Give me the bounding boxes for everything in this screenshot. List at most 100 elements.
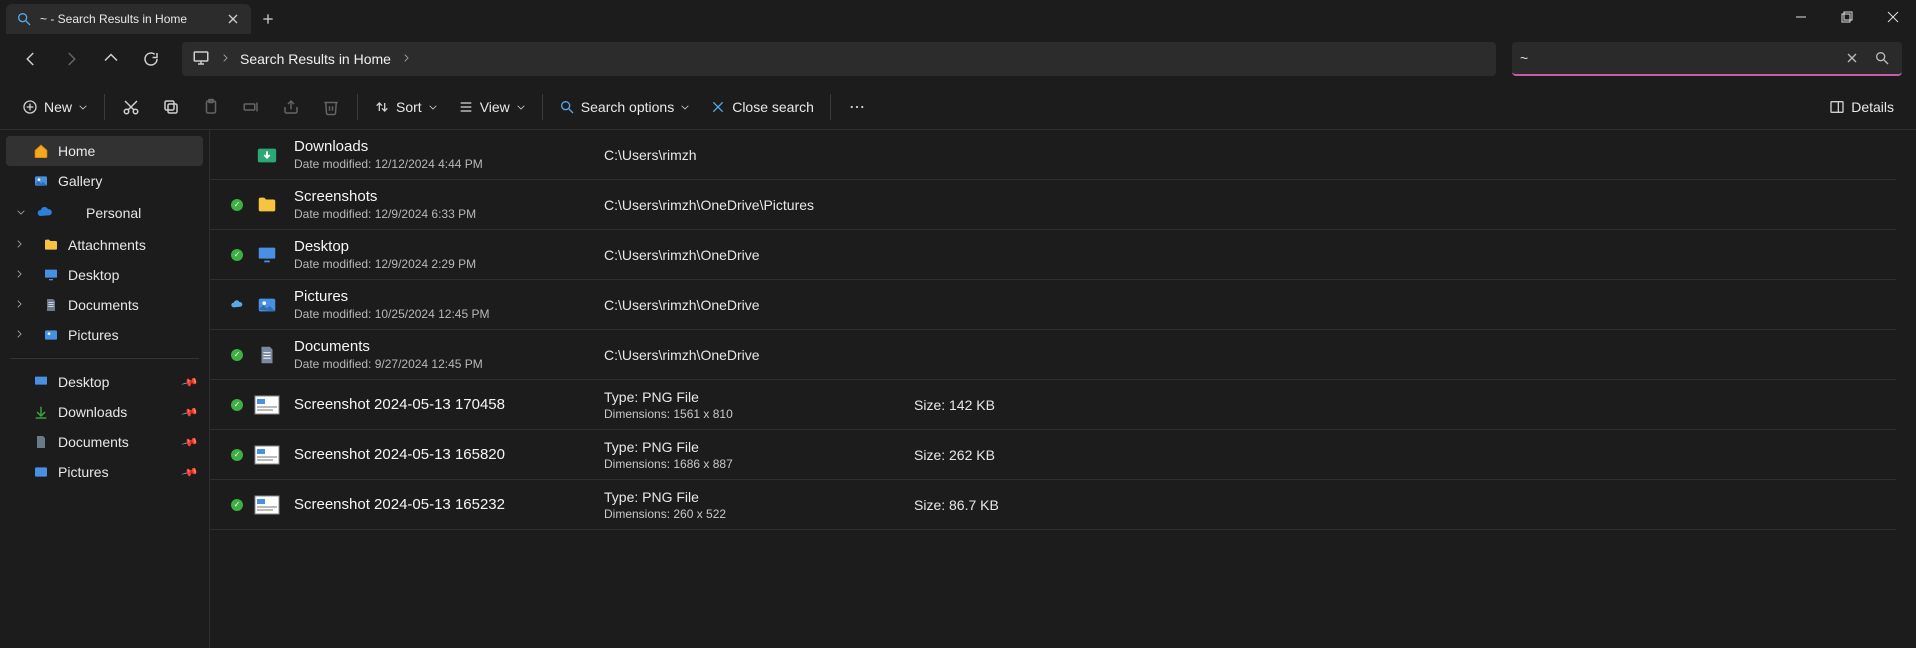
result-date-modified: Date modified: 12/9/2024 2:29 PM xyxy=(294,257,604,271)
maximize-button[interactable] xyxy=(1824,0,1870,34)
chevron-right-icon[interactable] xyxy=(220,51,230,68)
paste-button[interactable] xyxy=(191,90,231,124)
chevron-down-icon xyxy=(516,102,526,112)
titlebar-drag[interactable] xyxy=(285,0,1778,34)
chevron-right-icon[interactable] xyxy=(12,269,26,282)
result-row[interactable]: Pictures Date modified: 10/25/2024 12:45… xyxy=(210,280,1896,330)
tab-active[interactable]: ~ - Search Results in Home xyxy=(6,4,251,34)
result-name: Screenshot 2024-05-13 170458 xyxy=(294,396,604,413)
tab-title: ~ - Search Results in Home xyxy=(40,12,217,26)
search-options-button[interactable]: Search options xyxy=(549,90,700,124)
new-button[interactable]: New xyxy=(12,90,98,124)
item-type-icon xyxy=(250,188,284,222)
chevron-down-icon xyxy=(680,102,690,112)
result-row[interactable]: ✓ Screenshot 2024-05-13 165232 Type: PNG… xyxy=(210,480,1896,530)
result-date-modified: Date modified: 10/25/2024 12:45 PM xyxy=(294,307,604,321)
view-button[interactable]: View xyxy=(448,90,536,124)
search-icon xyxy=(16,11,32,27)
cut-button[interactable] xyxy=(111,90,151,124)
item-type-icon xyxy=(250,238,284,272)
chevron-right-icon[interactable] xyxy=(12,239,26,252)
address-bar[interactable]: Search Results in Home xyxy=(182,42,1496,76)
sidebar-item-home[interactable]: Home xyxy=(6,136,203,166)
result-path-or-type: Type: PNG File xyxy=(604,439,914,455)
sidebar-label: Attachments xyxy=(68,237,146,253)
chevron-right-icon[interactable] xyxy=(401,51,411,68)
sidebar-label: Documents xyxy=(58,434,129,450)
sidebar-item-pictures[interactable]: Pictures xyxy=(6,320,203,350)
separator xyxy=(10,358,199,359)
rename-button[interactable] xyxy=(231,90,271,124)
sidebar-item-attachments[interactable]: Attachments xyxy=(6,230,203,260)
share-button[interactable] xyxy=(271,90,311,124)
sort-label: Sort xyxy=(396,99,422,115)
chevron-right-icon[interactable] xyxy=(12,329,26,342)
folder-icon xyxy=(42,236,60,254)
close-window-button[interactable] xyxy=(1870,0,1916,34)
search-input[interactable] xyxy=(1520,50,1834,66)
result-dimensions: Dimensions: 260 x 522 xyxy=(604,507,914,521)
sidebar-item-personal[interactable]: Personal xyxy=(6,196,203,230)
search-box[interactable] xyxy=(1512,42,1902,76)
result-name: Screenshots xyxy=(294,188,604,205)
result-size: Size: 262 KB xyxy=(914,447,1174,463)
up-button[interactable] xyxy=(94,42,128,76)
result-row[interactable]: ✓ Screenshot 2024-05-13 170458 Type: PNG… xyxy=(210,380,1896,430)
result-main: Screenshot 2024-05-13 165232 xyxy=(294,496,604,513)
sidebar-quick-desktop[interactable]: Desktop 📌 xyxy=(6,367,203,397)
sort-button[interactable]: Sort xyxy=(364,90,448,124)
close-search-button[interactable]: Close search xyxy=(700,90,824,124)
sync-status-icon: ✓ xyxy=(224,399,250,411)
refresh-button[interactable] xyxy=(134,42,168,76)
back-button[interactable] xyxy=(14,42,48,76)
result-path-or-type: Type: PNG File xyxy=(604,489,914,505)
chevron-down-icon[interactable] xyxy=(14,207,28,220)
separator xyxy=(104,94,105,120)
sidebar-quick-downloads[interactable]: Downloads 📌 xyxy=(6,397,203,427)
result-row[interactable]: ✓ Screenshot 2024-05-13 165820 Type: PNG… xyxy=(210,430,1896,480)
close-search-label: Close search xyxy=(732,99,814,115)
result-name: Documents xyxy=(294,338,604,355)
chevron-right-icon[interactable] xyxy=(12,299,26,312)
search-submit-button[interactable] xyxy=(1870,46,1894,70)
result-row[interactable]: ✓ Documents Date modified: 9/27/2024 12:… xyxy=(210,330,1896,380)
result-date-modified: Date modified: 12/12/2024 4:44 PM xyxy=(294,157,604,171)
forward-button[interactable] xyxy=(54,42,88,76)
separator xyxy=(357,94,358,120)
new-tab-button[interactable] xyxy=(251,4,285,34)
result-row[interactable]: Downloads Date modified: 12/12/2024 4:44… xyxy=(210,130,1896,180)
result-date-modified: Date modified: 12/9/2024 6:33 PM xyxy=(294,207,604,221)
result-main: Screenshot 2024-05-13 170458 xyxy=(294,396,604,413)
sync-status-icon: ✓ xyxy=(224,199,250,211)
delete-button[interactable] xyxy=(311,90,351,124)
item-type-icon xyxy=(250,438,284,472)
result-row[interactable]: ✓ Desktop Date modified: 12/9/2024 2:29 … xyxy=(210,230,1896,280)
view-label: View xyxy=(480,99,510,115)
tab-close-button[interactable] xyxy=(225,11,241,27)
sidebar-label: Personal xyxy=(86,205,141,221)
sidebar-item-desktop[interactable]: Desktop xyxy=(6,260,203,290)
result-col3: Size: 142 KB xyxy=(914,397,1174,413)
sidebar-label: Pictures xyxy=(58,464,109,480)
minimize-button[interactable] xyxy=(1778,0,1824,34)
sidebar-item-gallery[interactable]: Gallery xyxy=(6,166,203,196)
sync-status-icon: ✓ xyxy=(224,499,250,511)
result-main: Desktop Date modified: 12/9/2024 2:29 PM xyxy=(294,238,604,271)
copy-button[interactable] xyxy=(151,90,191,124)
separator xyxy=(542,94,543,120)
result-row[interactable]: ✓ Screenshots Date modified: 12/9/2024 6… xyxy=(210,180,1896,230)
result-size: Size: 86.7 KB xyxy=(914,497,1174,513)
results-list[interactable]: Downloads Date modified: 12/12/2024 4:44… xyxy=(210,130,1916,648)
pin-icon: 📌 xyxy=(181,403,199,421)
item-type-icon xyxy=(250,138,284,172)
more-button[interactable] xyxy=(837,90,877,124)
pin-icon: 📌 xyxy=(181,373,199,391)
details-pane-button[interactable]: Details xyxy=(1819,90,1904,124)
sidebar-quick-documents[interactable]: Documents 📌 xyxy=(6,427,203,457)
result-col2: C:\Users\rimzh\OneDrive\Pictures xyxy=(604,197,914,213)
window-controls xyxy=(1778,0,1916,34)
clear-search-button[interactable] xyxy=(1840,46,1864,70)
result-dimensions: Dimensions: 1561 x 810 xyxy=(604,407,914,421)
sidebar-item-documents[interactable]: Documents xyxy=(6,290,203,320)
sidebar-quick-pictures[interactable]: Pictures 📌 xyxy=(6,457,203,487)
